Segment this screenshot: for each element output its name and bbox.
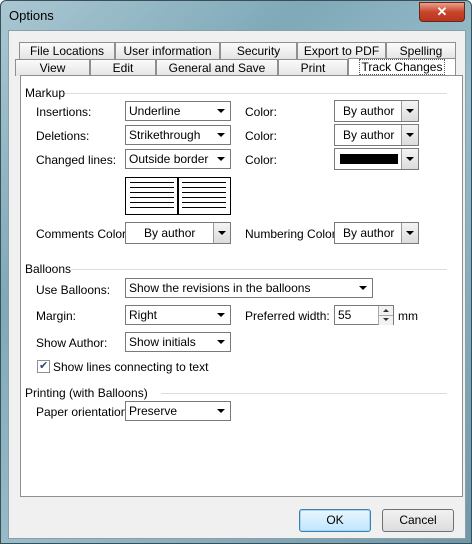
use-balloons-select[interactable]: Show the revisions in the balloons	[125, 278, 373, 298]
tab-label: Export to PDF	[303, 44, 380, 58]
tab-label: General and Save	[168, 61, 266, 75]
chevron-down-icon	[401, 223, 418, 243]
chevron-down-icon	[213, 334, 229, 350]
chevron-down-icon	[213, 307, 229, 323]
tab-print[interactable]: Print	[278, 59, 348, 76]
color-swatch	[340, 154, 398, 164]
tab-general-and-save[interactable]: General and Save	[156, 59, 278, 76]
markup-header: Markup	[25, 86, 66, 100]
tab-label: User information	[123, 44, 212, 58]
preferred-width-spinner[interactable]: 55	[334, 305, 394, 325]
tab-label: Spelling	[399, 44, 443, 58]
tab-spelling[interactable]: Spelling	[386, 42, 456, 59]
close-icon: ✕	[436, 4, 448, 19]
chevron-down-icon	[401, 125, 418, 145]
show-author-select[interactable]: Show initials	[125, 332, 231, 352]
tab-security[interactable]: Security	[220, 42, 297, 59]
tab-label: View	[39, 61, 66, 75]
window-title: Options	[9, 8, 54, 23]
chevron-down-icon	[213, 403, 229, 419]
use-balloons-value: Show the revisions in the balloons	[129, 281, 311, 295]
ok-button[interactable]: OK	[299, 509, 371, 532]
comments-color-value: By author	[144, 226, 196, 240]
deletions-select[interactable]: Strikethrough	[125, 125, 231, 145]
chevron-down-icon	[213, 151, 229, 167]
tab-file-locations[interactable]: File Locations	[19, 42, 115, 59]
insertions-color-label: Color:	[245, 105, 278, 119]
printing-header: Printing (with Balloons)	[25, 386, 148, 400]
tab-view[interactable]: View	[15, 59, 90, 76]
tab-label: Security	[236, 44, 281, 58]
show-author-label: Show Author:	[36, 336, 108, 350]
changed-lines-color-label: Color:	[245, 153, 278, 167]
changed-lines-color-button[interactable]	[334, 148, 419, 170]
preferred-width-unit: mm	[398, 309, 418, 323]
show-lines-checkbox[interactable]	[37, 359, 50, 373]
spin-down-icon[interactable]	[378, 315, 393, 325]
chevron-down-icon	[355, 280, 371, 296]
insertions-select[interactable]: Underline	[125, 101, 231, 121]
preferred-width-label: Preferred width:	[245, 309, 330, 323]
insertions-label: Insertions:	[36, 105, 92, 119]
changed-lines-preview	[125, 177, 231, 215]
balloons-header: Balloons	[25, 262, 72, 276]
chevron-down-icon	[401, 149, 418, 169]
numbering-color-value: By author	[343, 226, 395, 240]
chevron-down-icon	[213, 103, 229, 119]
tab-label: File Locations	[29, 44, 105, 58]
comments-color-label: Comments Color:	[36, 227, 130, 241]
close-button[interactable]: ✕	[419, 2, 465, 22]
tab-edit[interactable]: Edit	[90, 59, 156, 76]
deletions-label: Deletions:	[36, 129, 90, 143]
deletions-value: Strikethrough	[129, 128, 201, 142]
tab-export-to-pdf[interactable]: Export to PDF	[297, 42, 386, 59]
use-balloons-label: Use Balloons:	[36, 283, 111, 297]
paper-orientation-label: Paper orientation:	[36, 405, 131, 419]
deletions-color-value: By author	[343, 128, 395, 142]
numbering-color-button[interactable]: By author	[334, 222, 419, 244]
numbering-color-label: Numbering Color:	[245, 227, 340, 241]
chevron-down-icon	[213, 127, 229, 143]
tab-label: Print	[300, 61, 326, 75]
changed-lines-value: Outside border	[129, 152, 209, 166]
show-author-value: Show initials	[129, 335, 196, 349]
chevron-down-icon	[401, 101, 418, 121]
chevron-down-icon	[213, 223, 230, 243]
balloons-divider	[71, 269, 447, 270]
paper-orientation-select[interactable]: Preserve	[125, 401, 231, 421]
tab-track-changes[interactable]: Track Changes	[348, 58, 456, 76]
insertions-color-button[interactable]: By author	[334, 100, 419, 122]
comments-color-button[interactable]: By author	[125, 222, 231, 244]
cancel-button[interactable]: Cancel	[382, 509, 454, 532]
tab-label: Edit	[112, 61, 134, 75]
markup-divider	[65, 93, 447, 94]
title-bar[interactable]: Options ✕	[1, 1, 471, 29]
printing-divider	[161, 393, 447, 394]
show-lines-label[interactable]: Show lines connecting to text	[53, 360, 208, 374]
paper-orientation-value: Preserve	[129, 404, 178, 418]
preferred-width-value: 55	[338, 308, 352, 322]
spin-up-icon[interactable]	[378, 306, 393, 315]
margin-value: Right	[129, 308, 158, 322]
changed-lines-select[interactable]: Outside border	[125, 149, 231, 169]
insertions-value: Underline	[129, 104, 181, 118]
deletions-color-label: Color:	[245, 129, 278, 143]
tab-user-information[interactable]: User information	[115, 42, 220, 59]
changed-lines-label: Changed lines:	[36, 153, 117, 167]
margin-select[interactable]: Right	[125, 305, 231, 325]
insertions-color-value: By author	[343, 104, 395, 118]
deletions-color-button[interactable]: By author	[334, 124, 419, 146]
options-dialog: Options ✕ File Locations User informatio…	[0, 0, 472, 544]
margin-label: Margin:	[36, 309, 77, 323]
tab-label: Track Changes	[358, 59, 446, 75]
